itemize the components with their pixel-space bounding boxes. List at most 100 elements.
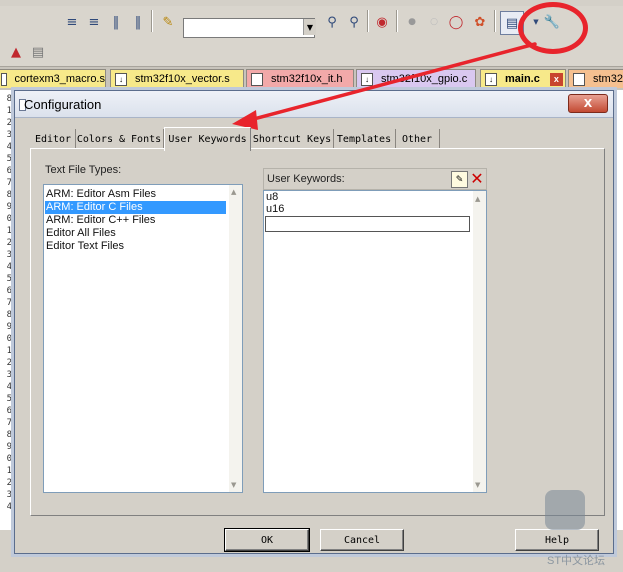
file-tab-label: stm32f10x_it.h — [271, 73, 343, 85]
open-file-icon[interactable]: ✎ — [158, 12, 178, 32]
line-number: 2 — [6, 238, 12, 248]
tab-label: User Keywords — [168, 134, 247, 145]
delete-icon: ✕ — [470, 168, 484, 188]
close-icon: X — [583, 97, 593, 110]
line-number: 9 — [6, 322, 12, 332]
scrollbar[interactable]: ▲ ▼ — [229, 185, 242, 492]
cancel-label: Cancel — [343, 534, 381, 546]
clear-breakpoints-icon[interactable]: ◯ — [446, 12, 466, 32]
line-number: 4 — [6, 262, 12, 272]
tab-editor[interactable]: Editor — [31, 129, 76, 149]
file-tab-stm32f10x-it[interactable]: stm32f10x_it.h — [246, 69, 354, 88]
tab-templates[interactable]: Templates — [333, 129, 396, 149]
file-icon — [573, 72, 585, 86]
file-tab-bar: cortexm3_macro.s ↓ stm32f10x_vector.s st… — [0, 67, 623, 90]
line-number: 7 — [6, 298, 12, 308]
keywords-list[interactable]: u8 u16 ▲ ▼ — [263, 190, 487, 493]
scroll-down-icon[interactable]: ▼ — [475, 481, 480, 489]
file-tab-label: stm32f10x_vector.s — [135, 73, 230, 85]
line-number: 8 — [6, 430, 12, 440]
configuration-dialog: Configuration X Editor Colors & Fonts Us… — [14, 90, 614, 554]
manage-components-icon[interactable]: ▲ — [6, 42, 26, 62]
delete-keyword-button[interactable]: ✕ — [469, 168, 485, 188]
file-tab-stm32f10x-vector[interactable]: ↓ stm32f10x_vector.s — [110, 69, 244, 88]
keywords-label: User Keywords: — [267, 173, 345, 185]
keywords-header: User Keywords: ✎ ✕ — [263, 168, 487, 190]
chevron-down-icon[interactable]: ▼ — [303, 19, 316, 35]
breakpoint-disabled-icon[interactable]: ○ — [424, 12, 444, 32]
comment-icon[interactable]: ‖ — [106, 12, 126, 32]
file-types-label: Text File Types: — [45, 164, 122, 176]
line-number: 3 — [6, 490, 12, 500]
find-in-files-icon[interactable]: ⚲ — [344, 12, 364, 32]
file-icon — [1, 72, 7, 86]
close-button[interactable]: X — [568, 94, 608, 113]
uncomment-icon[interactable]: ‖ — [128, 12, 148, 32]
file-tab-stm32f10x-gpio[interactable]: ↓ stm32f10x_gpio.c — [356, 69, 476, 88]
toolbar-separator — [151, 10, 153, 32]
cancel-button[interactable]: Cancel — [320, 529, 404, 551]
tab-label: Shortcut Keys — [252, 133, 332, 145]
file-icon: ↓ — [361, 72, 373, 86]
tab-label: Other — [401, 133, 433, 145]
scroll-up-icon[interactable]: ▲ — [231, 188, 236, 196]
line-number: 8 — [6, 94, 12, 104]
scroll-down-icon[interactable]: ▼ — [231, 481, 236, 489]
annotation-circle — [518, 2, 588, 54]
file-tab-main[interactable]: ↓ main.c x — [480, 69, 566, 88]
line-number: 9 — [6, 202, 12, 212]
line-number: 5 — [6, 154, 12, 164]
file-tab-label: main.c — [505, 73, 540, 85]
tab-user-keywords[interactable]: User Keywords — [164, 127, 251, 151]
manage-books-icon[interactable]: ▤ — [28, 42, 48, 62]
line-number: 8 — [6, 190, 12, 200]
tab-label: Templates — [336, 133, 392, 145]
chat-bubble-icon — [545, 490, 585, 530]
file-icon — [251, 72, 263, 86]
line-number: 2 — [6, 358, 12, 368]
line-number: 9 — [6, 442, 12, 452]
tab-colors-fonts[interactable]: Colors & Fonts — [75, 129, 164, 149]
tab-other[interactable]: Other — [395, 129, 440, 149]
list-item[interactable]: ARM: Editor Asm Files — [46, 188, 156, 201]
find-icon[interactable]: ⚲ — [322, 12, 342, 32]
file-tab-stm32[interactable]: stm32 — [568, 69, 623, 88]
watermark-text: ST中文论坛 — [547, 555, 606, 567]
new-item-icon: ✎ — [455, 174, 464, 185]
line-number: 5 — [6, 274, 12, 284]
debug-icon[interactable]: ◉ — [372, 12, 392, 32]
line-number: 3 — [6, 370, 12, 380]
line-number: 4 — [6, 502, 12, 512]
new-keyword-input[interactable] — [265, 216, 470, 232]
list-item[interactable]: Editor All Files — [46, 227, 116, 240]
breakpoint-icon[interactable]: ● — [402, 12, 422, 32]
line-number: 3 — [6, 250, 12, 260]
line-number: 1 — [6, 106, 12, 116]
new-keyword-button[interactable]: ✎ — [451, 171, 468, 188]
scroll-up-icon[interactable]: ▲ — [475, 195, 480, 203]
line-number: 0 — [6, 214, 12, 224]
line-number: 1 — [6, 466, 12, 476]
line-number: 0 — [6, 334, 12, 344]
file-tab-label: cortexm3_macro.s — [14, 73, 105, 85]
line-number: 6 — [6, 406, 12, 416]
tab-shortcut-keys[interactable]: Shortcut Keys — [251, 129, 334, 149]
find-combo-input[interactable] — [183, 18, 315, 38]
file-tab-cortexm3-macro[interactable]: cortexm3_macro.s — [0, 69, 106, 88]
close-tab-icon[interactable]: x — [549, 72, 563, 86]
scrollbar[interactable]: ▲ ▼ — [473, 191, 486, 492]
user-keywords-panel: Text File Types: ARM: Editor Asm Files A… — [30, 148, 605, 516]
file-tab-label: stm32f10x_gpio.c — [381, 73, 468, 85]
line-number: 5 — [6, 394, 12, 404]
tab-label: Colors & Fonts — [76, 133, 162, 145]
list-item[interactable]: ARM: Editor C++ Files — [46, 214, 155, 227]
file-types-list[interactable]: ARM: Editor Asm Files ARM: Editor C File… — [43, 184, 243, 493]
list-item[interactable]: u16 — [266, 203, 284, 216]
unindent-icon[interactable]: ≡ — [84, 12, 104, 32]
kill-breakpoints-icon[interactable]: ✿ — [470, 12, 490, 32]
ok-button[interactable]: OK — [224, 528, 310, 552]
editor-line-gutter: 8 1 2 3 4 5 6 7 8 9 0 1 2 3 4 5 6 7 8 9 0 1 2 3 4 5 6 7 8 9 0 1 2 3 4 — [0, 90, 15, 530]
list-item[interactable]: Editor Text Files — [46, 240, 124, 253]
list-item-selected[interactable]: ARM: Editor C Files — [45, 201, 226, 214]
indent-icon[interactable]: ≡ — [62, 12, 82, 32]
